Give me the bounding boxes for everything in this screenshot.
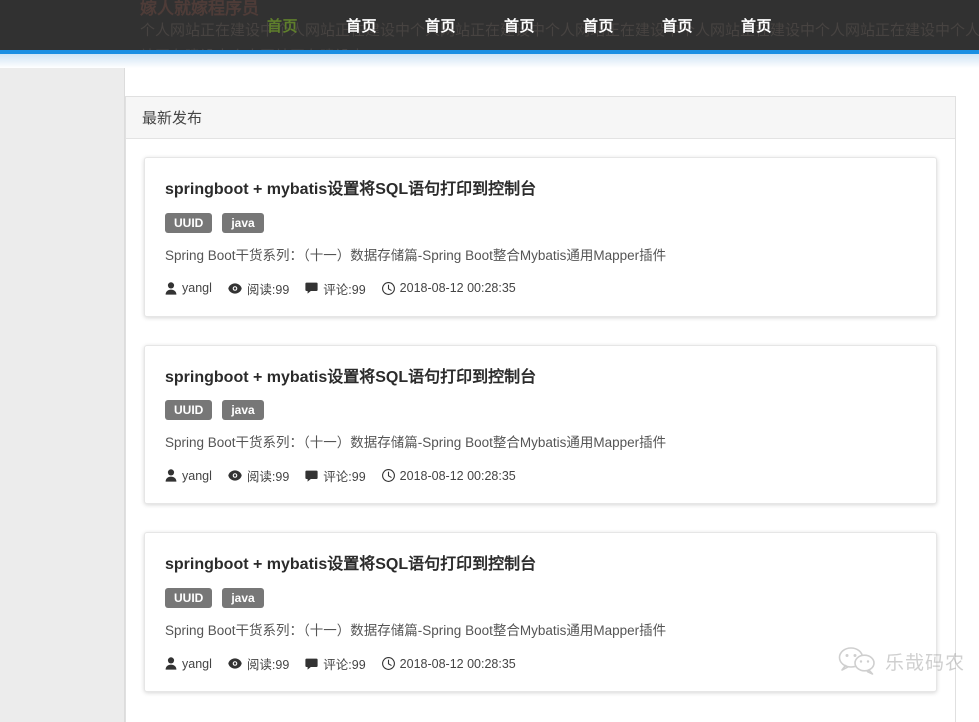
panel-body: springboot + mybatis设置将SQL语句打印到控制台 UUID … — [126, 139, 955, 693]
meta-views: 阅读:99 — [228, 654, 289, 673]
article-description: Spring Boot干货系列：（十一）数据存储篇-Spring Boot整合M… — [165, 247, 667, 263]
clock-icon — [381, 469, 395, 483]
page-left-gutter — [0, 54, 125, 722]
article-meta: yangl 阅读:99 评论:99 2018-08-12 00:28:35 — [165, 466, 916, 485]
header-accent-fade — [0, 54, 979, 68]
nav-item-home-1[interactable]: 首页 — [267, 15, 298, 36]
article-tags: UUID java — [165, 400, 916, 421]
article-title[interactable]: springboot + mybatis设置将SQL语句打印到控制台 — [165, 368, 916, 389]
meta-date-label: 2018-08-12 00:28:35 — [399, 468, 516, 483]
article-card[interactable]: springboot + mybatis设置将SQL语句打印到控制台 UUID … — [144, 344, 937, 505]
article-tag[interactable]: UUID — [165, 212, 213, 233]
meta-author-label: yangl — [182, 281, 212, 296]
site-header: 嫁人就嫁程序员 个人网站正在建设中个人网站正在建设中个人网站正在建设中个人网站正… — [0, 0, 979, 50]
article-tags: UUID java — [165, 212, 916, 233]
clock-icon — [381, 657, 395, 671]
article-title[interactable]: springboot + mybatis设置将SQL语句打印到控制台 — [165, 555, 916, 576]
eye-icon — [228, 658, 242, 669]
article-tags: UUID java — [165, 588, 916, 609]
meta-author: yangl — [165, 469, 212, 483]
article-tag[interactable]: java — [222, 400, 264, 421]
article-tag[interactable]: java — [222, 212, 264, 233]
comment-icon — [305, 470, 318, 482]
meta-author: yangl — [165, 281, 212, 295]
nav-item-home-3[interactable]: 首页 — [425, 15, 456, 36]
article-meta: yangl 阅读:99 评论:99 2018-08-12 00:28:35 — [165, 279, 916, 298]
nav-item-home-2[interactable]: 首页 — [346, 15, 377, 36]
comment-icon — [305, 658, 318, 670]
user-icon — [165, 469, 177, 482]
meta-comments: 评论:99 — [305, 654, 366, 673]
main-nav: 首页 首页 首页 首页 首页 首页 首页 — [0, 0, 979, 50]
eye-icon — [228, 470, 242, 481]
article-description: Spring Boot干货系列：（十一）数据存储篇-Spring Boot整合M… — [165, 435, 667, 451]
meta-comments: 评论:99 — [305, 279, 366, 298]
meta-views-label: 阅读:99 — [246, 470, 290, 485]
meta-author-label: yangl — [182, 468, 212, 483]
user-icon — [165, 657, 177, 670]
meta-author: yangl — [165, 657, 212, 671]
meta-author-label: yangl — [182, 656, 212, 671]
meta-comments-label: 评论:99 — [323, 282, 366, 297]
latest-posts-panel: 最新发布 springboot + mybatis设置将SQL语句打印到控制台 … — [125, 96, 956, 722]
meta-views-label: 阅读:99 — [246, 282, 290, 297]
meta-comments-label: 评论:99 — [323, 658, 366, 673]
panel-title: 最新发布 — [142, 110, 203, 127]
user-icon — [165, 281, 177, 295]
meta-views: 阅读:99 — [228, 279, 289, 298]
article-meta: yangl 阅读:99 评论:99 2018-08-12 00:28:35 — [165, 654, 916, 673]
article-card[interactable]: springboot + mybatis设置将SQL语句打印到控制台 UUID … — [144, 157, 937, 317]
nav-item-home-4[interactable]: 首页 — [504, 15, 535, 36]
article-description: Spring Boot干货系列：（十一）数据存储篇-Spring Boot整合M… — [165, 623, 667, 639]
meta-date: 2018-08-12 00:28:35 — [381, 468, 516, 483]
article-card[interactable]: springboot + mybatis设置将SQL语句打印到控制台 UUID … — [144, 532, 937, 693]
meta-date: 2018-08-12 00:28:35 — [381, 656, 516, 671]
article-tag[interactable]: UUID — [165, 400, 213, 421]
nav-item-home-7[interactable]: 首页 — [741, 15, 772, 36]
panel-header: 最新发布 — [126, 97, 955, 139]
meta-views-label: 阅读:99 — [246, 658, 290, 673]
eye-icon — [228, 283, 242, 294]
meta-views: 阅读:99 — [228, 466, 289, 485]
nav-item-home-5[interactable]: 首页 — [583, 15, 614, 36]
article-tag[interactable]: UUID — [165, 588, 213, 609]
meta-date: 2018-08-12 00:28:35 — [381, 281, 516, 296]
meta-date-label: 2018-08-12 00:28:35 — [399, 656, 516, 671]
article-tag[interactable]: java — [222, 588, 264, 609]
meta-date-label: 2018-08-12 00:28:35 — [399, 281, 516, 296]
meta-comments: 评论:99 — [305, 466, 366, 485]
comment-icon — [305, 282, 318, 294]
nav-item-home-6[interactable]: 首页 — [662, 15, 693, 36]
article-title[interactable]: springboot + mybatis设置将SQL语句打印到控制台 — [165, 180, 916, 201]
meta-comments-label: 评论:99 — [323, 470, 366, 485]
clock-icon — [381, 281, 395, 295]
